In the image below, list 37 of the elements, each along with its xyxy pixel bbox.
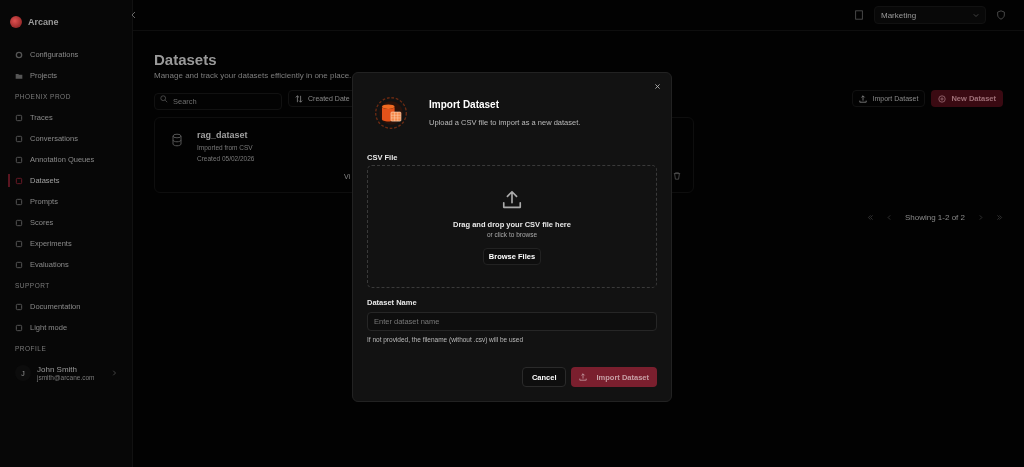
nav-icon [15, 218, 23, 227]
nav-icon [15, 113, 23, 122]
plus-circle-icon [938, 94, 947, 103]
previous-page-icon[interactable] [885, 214, 893, 221]
nav-icon [15, 134, 23, 143]
chevron-down-icon [973, 12, 979, 18]
close-icon[interactable] [654, 83, 661, 90]
workspace-select[interactable]: Marketing [874, 6, 986, 24]
chevron-left-icon[interactable] [130, 11, 138, 19]
database-table-icon [373, 95, 409, 131]
dataset-name: rag_dataset [197, 130, 249, 140]
logo-icon [10, 16, 22, 28]
page-title: Datasets [154, 51, 218, 68]
last-page-icon[interactable] [996, 214, 1003, 221]
nav-icon [15, 197, 23, 206]
nav-icon [15, 239, 23, 248]
next-page-icon[interactable] [977, 214, 984, 221]
nav-icon [15, 302, 23, 311]
page-subtitle: Manage and track your datasets efficiently in one place. [154, 71, 353, 80]
shield-icon[interactable] [996, 10, 1006, 20]
brand-name: Arcane [28, 17, 59, 27]
nav-icon [15, 260, 23, 269]
trash-icon[interactable] [673, 172, 681, 180]
nav-icon [15, 176, 23, 185]
upload-icon [579, 373, 588, 381]
search-icon [160, 94, 168, 103]
sort-icon [295, 94, 303, 103]
folder-icon [15, 71, 23, 80]
profile-name: John Smith [37, 365, 79, 374]
first-page-icon[interactable] [866, 214, 874, 221]
upload-icon [859, 94, 868, 103]
nav-icon [15, 155, 23, 164]
dialog-title: Import Dataset [429, 99, 500, 110]
upload-icon [501, 188, 523, 211]
pagination-text: Showing 1-2 of 2 [904, 213, 965, 222]
nav-icon [15, 323, 23, 332]
chevron-right-icon [111, 370, 117, 376]
